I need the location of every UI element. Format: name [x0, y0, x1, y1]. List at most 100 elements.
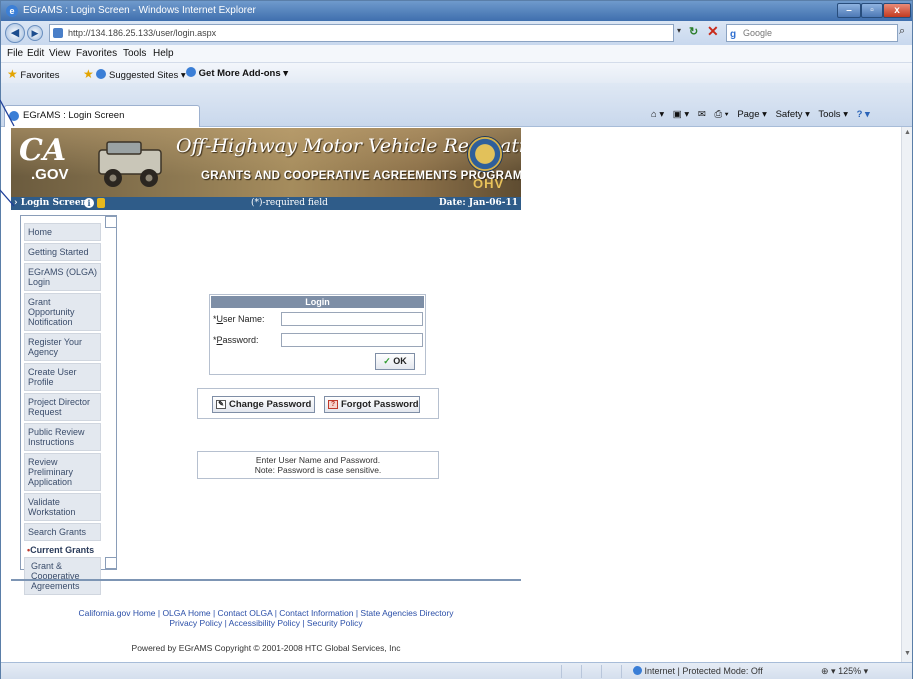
- footer-links-line-1[interactable]: California.gov Home | OLGA Home | Contac…: [79, 608, 454, 618]
- status-divider: [601, 665, 602, 678]
- menu-help[interactable]: Help: [153, 48, 174, 59]
- security-zone[interactable]: Internet | Protected Mode: Off: [633, 666, 763, 676]
- nav-item-search-grants[interactable]: Search Grants: [24, 523, 101, 541]
- zoom-icon: ⊕ ▾: [821, 666, 836, 676]
- browser-window: e EGrAMS : Login Screen - Windows Intern…: [0, 0, 913, 679]
- ca-gov-logo[interactable]: CA .GOV: [19, 136, 85, 190]
- menu-favorites[interactable]: Favorites: [76, 48, 117, 59]
- favorites-bar: ★ Favorites ★ Suggested Sites ▾ Get More…: [1, 63, 912, 83]
- nav-item-egrams-login[interactable]: EGrAMS (OLGA) Login: [24, 263, 101, 291]
- tab-bar: EGrAMS : Login Screen ⌂ ▾ ▣ ▾ ✉ ⎙ ▾ Page…: [1, 83, 912, 127]
- search-placeholder: Google: [743, 28, 773, 38]
- maximize-button[interactable]: ▫: [861, 3, 883, 18]
- favorites-button[interactable]: ★ Favorites: [7, 67, 59, 81]
- ok-label: OK: [393, 356, 407, 366]
- url-input[interactable]: http://134.186.25.133/user/login.aspx: [49, 24, 674, 42]
- nav-item-grant-opportunity[interactable]: Grant Opportunity Notification: [24, 293, 101, 331]
- nav-item-home[interactable]: Home: [24, 223, 101, 241]
- menu-edit[interactable]: Edit: [27, 48, 44, 59]
- command-bar: ⌂ ▾ ▣ ▾ ✉ ⎙ ▾ Page ▾ Safety ▾ Tools ▾ ? …: [651, 109, 876, 120]
- nav-item-validate-workstation[interactable]: Validate Workstation: [24, 493, 101, 521]
- logo-ca-text: CA: [19, 133, 67, 168]
- instruction-message: Enter User Name and Password. Note: Pass…: [197, 451, 439, 479]
- message-line-1: Enter User Name and Password.: [255, 455, 381, 465]
- help-icon: ?: [328, 400, 338, 409]
- menu-view[interactable]: View: [49, 48, 71, 59]
- nav-scroll-top[interactable]: [105, 216, 117, 228]
- nav-item-register-agency[interactable]: Register Your Agency: [24, 333, 101, 361]
- tools-menu[interactable]: Tools ▾: [818, 109, 848, 120]
- tab-title: EGrAMS : Login Screen: [23, 110, 125, 121]
- username-label-text: ser Name:: [223, 314, 265, 324]
- nav-item-review-preliminary[interactable]: Review Preliminary Application: [24, 453, 101, 491]
- status-strip: › Login Screen i (*)-required field Date…: [11, 197, 521, 210]
- menu-file[interactable]: File: [7, 48, 23, 59]
- footer-links-line-2[interactable]: Privacy Policy | Accessibility Policy | …: [169, 618, 362, 628]
- home-icon[interactable]: ⌂ ▾: [651, 109, 664, 120]
- window-title: EGrAMS : Login Screen - Windows Internet…: [23, 5, 256, 16]
- edit-icon: ✎: [216, 400, 226, 409]
- search-icon[interactable]: ⌕: [899, 25, 905, 38]
- ok-button[interactable]: ✓ OK: [375, 353, 415, 370]
- nav-item-public-review[interactable]: Public Review Instructions: [24, 423, 101, 451]
- scroll-up-icon[interactable]: ▲: [903, 129, 912, 139]
- suggested-sites-label: Suggested Sites ▾: [109, 70, 186, 81]
- nav-item-project-director-request[interactable]: Project Director Request: [24, 393, 101, 421]
- title-bar: e EGrAMS : Login Screen - Windows Intern…: [1, 1, 912, 21]
- info-icon[interactable]: i: [84, 198, 94, 208]
- tab-login-screen[interactable]: EGrAMS : Login Screen: [4, 105, 200, 127]
- password-label-text: assword:: [222, 335, 259, 345]
- password-input[interactable]: [281, 333, 423, 347]
- page-menu[interactable]: Page ▾: [737, 109, 767, 120]
- logo-gov-text: .GOV: [31, 166, 69, 183]
- print-icon[interactable]: ⎙ ▾: [714, 109, 728, 120]
- help-icon[interactable]: ? ▾: [857, 109, 870, 120]
- search-input[interactable]: g Google: [726, 24, 898, 42]
- address-bar: ◀ ▶ http://134.186.25.133/user/login.asp…: [1, 21, 912, 45]
- zoom-level[interactable]: ⊕ ▾ 125% ▾: [821, 666, 868, 677]
- close-button[interactable]: x: [883, 3, 911, 18]
- feeds-icon[interactable]: ▣ ▾: [673, 109, 689, 120]
- star-icon: ★: [7, 67, 18, 81]
- nav-item-create-user-profile[interactable]: Create User Profile: [24, 363, 101, 391]
- footer-copyright: Powered by EGrAMS Copyright © 2001-2008 …: [131, 643, 401, 653]
- safety-menu[interactable]: Safety ▾: [776, 109, 810, 120]
- status-divider: [581, 665, 582, 678]
- page-icon: [53, 28, 63, 38]
- suggested-sites-button[interactable]: ★ Suggested Sites ▾: [83, 67, 186, 81]
- refresh-icon[interactable]: ↻: [689, 25, 698, 38]
- banner-title: Off-Highway Motor Vehicle Recreation: [176, 135, 521, 157]
- google-icon: g: [730, 29, 737, 40]
- nav-item-getting-started[interactable]: Getting Started: [24, 243, 101, 261]
- forgot-password-button[interactable]: ? Forgot Password: [324, 396, 420, 413]
- login-panel: Login *User Name: *Password: ✓ OK: [209, 294, 426, 375]
- date-label: Date: Jan-06-11: [438, 198, 518, 208]
- add-favorite-icon: ★: [83, 67, 94, 81]
- nav-item-grant-cooperative[interactable]: Grant & Cooperative Agreements: [24, 557, 101, 595]
- change-password-button[interactable]: ✎ Change Password: [212, 396, 315, 413]
- get-addons-label: Get More Add-ons ▾: [198, 68, 289, 79]
- nav-heading-current-grants: Current Grants: [24, 543, 101, 557]
- status-divider: [621, 665, 622, 678]
- globe-icon: [633, 666, 642, 675]
- address-dropdown-icon[interactable]: ▾: [677, 26, 681, 35]
- site-banner: CA .GOV Off-Highway Motor Vehicle Recrea…: [11, 128, 521, 197]
- username-label: *User Name:: [213, 314, 265, 324]
- status-divider: [561, 665, 562, 678]
- back-button[interactable]: ◀: [5, 23, 25, 43]
- forward-button[interactable]: ▶: [27, 25, 43, 41]
- mail-icon[interactable]: ✉: [698, 109, 706, 120]
- get-addons-button[interactable]: Get More Add-ons ▾: [186, 67, 288, 79]
- state-seal-icon: [467, 136, 503, 172]
- password-actions: ✎ Change Password ? Forgot Password: [197, 388, 439, 419]
- jeep-image: [98, 141, 162, 187]
- menu-tools[interactable]: Tools: [123, 48, 146, 59]
- username-input[interactable]: [281, 312, 423, 326]
- ie-tab-icon: [9, 111, 19, 121]
- stop-icon[interactable]: ✕: [707, 23, 719, 40]
- vertical-scrollbar[interactable]: ▲ ▼: [901, 127, 912, 662]
- minimize-button[interactable]: –: [837, 3, 861, 18]
- scroll-down-icon[interactable]: ▼: [903, 650, 912, 660]
- nav-scroll-bottom[interactable]: [105, 557, 117, 569]
- security-zone-text: Internet | Protected Mode: Off: [644, 666, 763, 676]
